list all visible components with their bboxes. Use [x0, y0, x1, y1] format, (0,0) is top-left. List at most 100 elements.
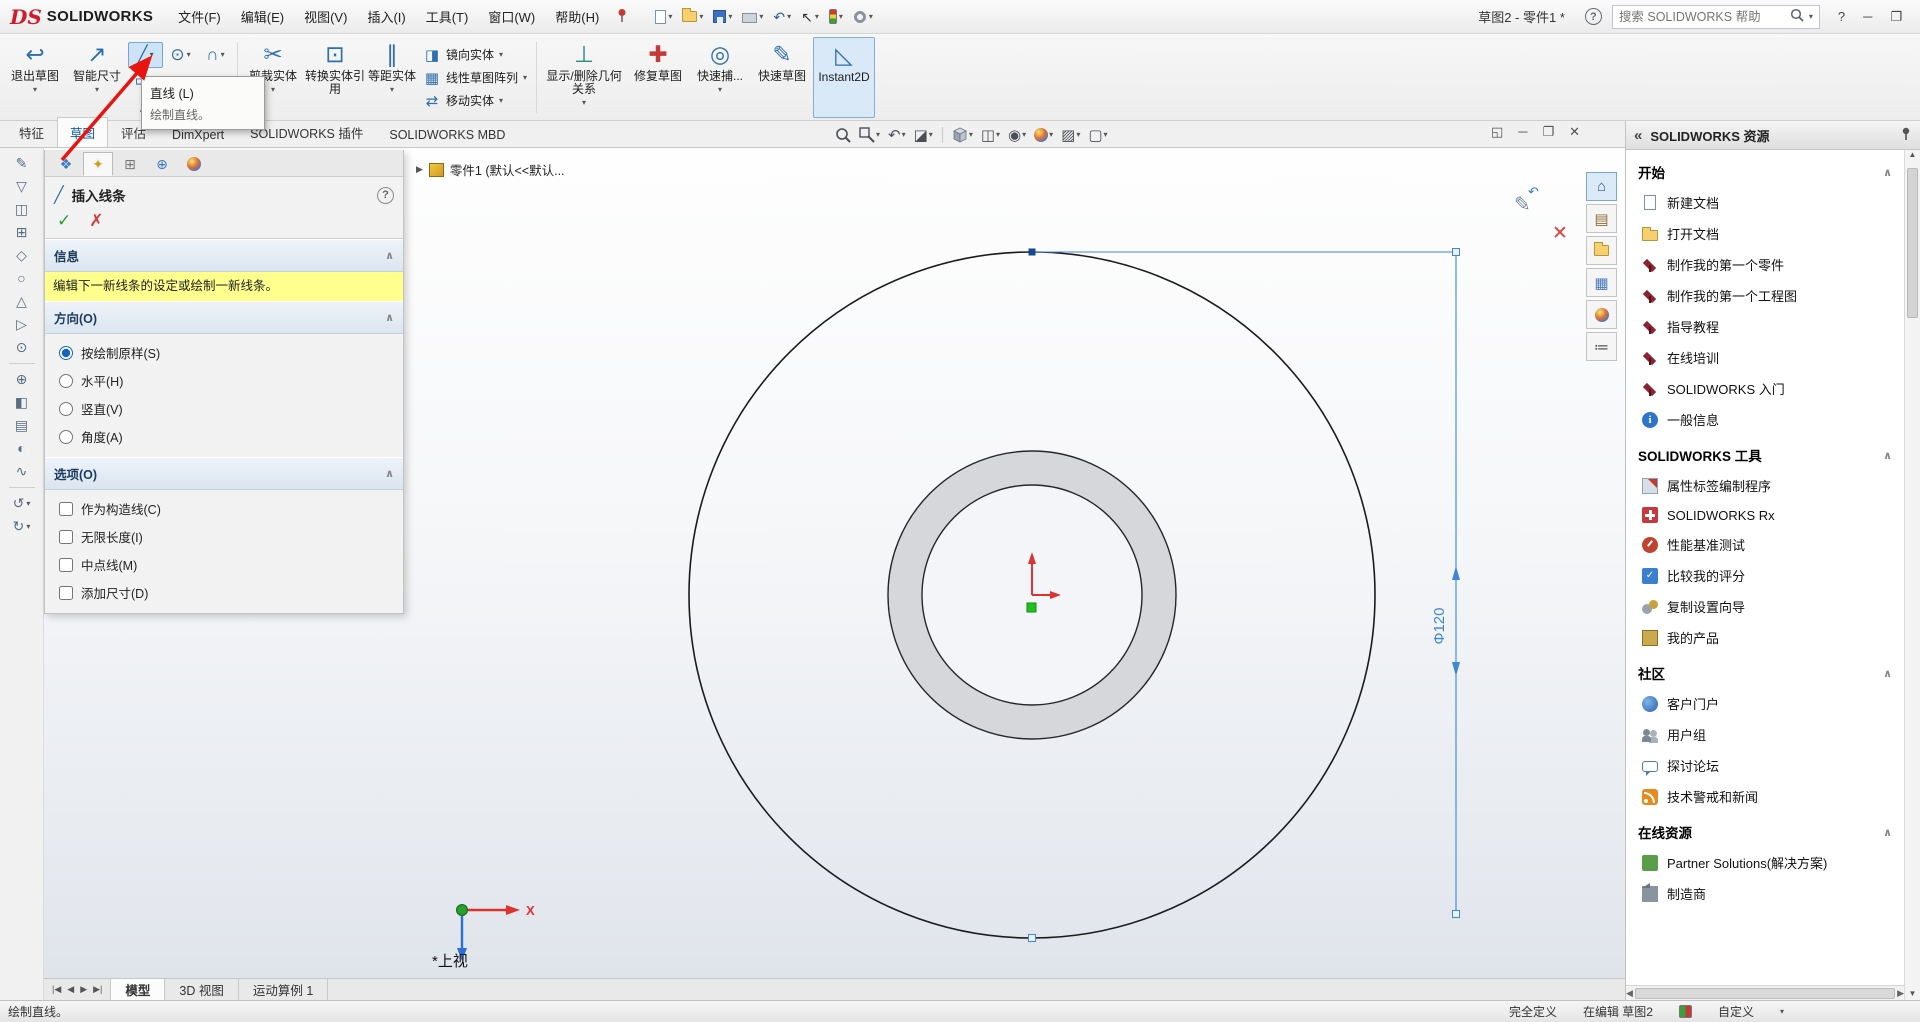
- link-new-document[interactable]: 新建文档: [1626, 187, 1904, 218]
- message-section-header[interactable]: 信息 ∧: [45, 239, 403, 272]
- diameter-dimension-label[interactable]: Φ120: [1431, 608, 1448, 645]
- link-performance-benchmark[interactable]: 性能基准测试: [1626, 529, 1904, 560]
- restore-button[interactable]: ❐: [1882, 7, 1910, 27]
- close-pane-icon[interactable]: ✕: [1569, 124, 1580, 140]
- sketch-handle[interactable]: [1453, 249, 1460, 256]
- help-button[interactable]: ?: [1830, 7, 1853, 26]
- pin-icon[interactable]: [1900, 127, 1912, 144]
- option-infinite-length[interactable]: 无限长度(I): [59, 527, 389, 546]
- undo-button[interactable]: ↶▾: [770, 8, 794, 26]
- print-button[interactable]: ▾: [739, 8, 766, 25]
- first-tab-icon[interactable]: |◀: [52, 984, 61, 995]
- sketch-point-marker[interactable]: [1027, 603, 1036, 612]
- menu-file[interactable]: 文件(F): [169, 2, 230, 31]
- filter-coordinate-icon[interactable]: ◧: [15, 395, 28, 410]
- checkbox-midpoint-line[interactable]: [59, 558, 73, 572]
- filter-vertices-icon[interactable]: ▽: [16, 179, 27, 194]
- tab-scroll-controls[interactable]: |◀ ◀ ▶ ▶|: [44, 979, 111, 1000]
- displaymanager-tab[interactable]: [179, 152, 209, 176]
- link-user-groups[interactable]: 用户组: [1626, 719, 1904, 750]
- sketch-filter-icon[interactable]: ✎: [16, 156, 28, 171]
- options-section-header[interactable]: 选项(O) ∧: [45, 457, 403, 490]
- radio-angle[interactable]: [59, 430, 73, 444]
- menu-insert[interactable]: 插入(I): [358, 2, 414, 31]
- checkbox-infinite-length[interactable]: [59, 530, 73, 544]
- appearances-tab[interactable]: [1586, 300, 1617, 329]
- checkbox-construction-line[interactable]: [59, 502, 73, 516]
- section-view-button[interactable]: ◪▾: [912, 125, 935, 145]
- checkbox-add-dimensions[interactable]: [59, 586, 73, 600]
- section-start-header[interactable]: 开始∧: [1626, 152, 1904, 187]
- filter-origin-icon[interactable]: ⊕: [16, 372, 28, 387]
- tab-features[interactable]: 特征: [6, 117, 57, 147]
- display-delete-relations-button[interactable]: ⊥ 显示/删除几何关系 ▾: [541, 37, 627, 118]
- offset-entities-button[interactable]: ∥ 等距实体 ▾: [366, 37, 418, 118]
- tab-motion-study[interactable]: 运动算例 1: [239, 979, 328, 1000]
- expand-pane-icon[interactable]: ◱: [1491, 124, 1503, 140]
- propertymanager-tab[interactable]: ✦: [83, 152, 113, 176]
- search-icon[interactable]: [1790, 8, 1804, 25]
- scrollbar-thumb[interactable]: [1907, 168, 1918, 318]
- orientation-as-sketched[interactable]: 按绘制原样(S): [59, 343, 389, 362]
- task-pane-vertical-scrollbar[interactable]: ▲ ▼: [1904, 150, 1920, 1000]
- chevron-down-icon[interactable]: ▾: [1780, 1008, 1784, 1016]
- scroll-left-icon[interactable]: ◀: [1626, 988, 1633, 999]
- filter-plane-icon[interactable]: ▷: [16, 317, 27, 332]
- rebuild-button[interactable]: ▾: [826, 7, 846, 26]
- option-midpoint-line[interactable]: 中点线(M): [59, 555, 389, 574]
- link-online-training[interactable]: 在线培训: [1626, 342, 1904, 373]
- last-tab-icon[interactable]: ▶|: [93, 984, 102, 995]
- minimize-button[interactable]: ─: [1855, 7, 1880, 26]
- save-button[interactable]: ▾: [710, 8, 735, 25]
- edit-appearance-button[interactable]: ▾: [1032, 127, 1055, 143]
- convert-entities-button[interactable]: ⊡ 转换实体引用: [304, 37, 366, 118]
- radio-horizontal[interactable]: [59, 374, 73, 388]
- filter-spline-icon[interactable]: ∿: [16, 464, 28, 479]
- tab-sketch[interactable]: 草图: [57, 117, 108, 147]
- collapse-pane-icon[interactable]: «: [1634, 127, 1642, 144]
- tab-model[interactable]: 模型: [111, 979, 165, 1000]
- custom-properties-tab[interactable]: ≔: [1586, 332, 1617, 361]
- section-community-header[interactable]: 社区∧: [1626, 653, 1904, 688]
- new-document-button[interactable]: ▾: [652, 8, 675, 26]
- filter-faces-icon[interactable]: ⊞: [16, 225, 28, 240]
- menu-tools[interactable]: 工具(T): [417, 2, 478, 31]
- link-my-products[interactable]: 我的产品: [1626, 622, 1904, 653]
- cancel-sketch-icon[interactable]: ✕: [1552, 222, 1568, 245]
- link-copy-settings-wizard[interactable]: 复制设置向导: [1626, 591, 1904, 622]
- dimxpertmanager-tab[interactable]: ⊕: [147, 152, 177, 176]
- resources-tab[interactable]: ⌂: [1586, 172, 1617, 201]
- sketch-handle[interactable]: [1029, 935, 1036, 942]
- exit-sketch-confirm-icon[interactable]: ✎↶: [1514, 192, 1531, 217]
- exit-sketch-button[interactable]: ↩ 退出草图 ▾: [4, 37, 66, 118]
- apply-scene-button[interactable]: ▨▾: [1059, 125, 1082, 145]
- link-first-part[interactable]: 制作我的第一个零件: [1626, 249, 1904, 280]
- link-introducing-solidworks[interactable]: SOLIDWORKS 入门: [1626, 373, 1904, 404]
- help-icon[interactable]: ?: [377, 187, 394, 204]
- status-custom[interactable]: 自定义: [1718, 1003, 1754, 1020]
- help-circle-icon[interactable]: ?: [1585, 8, 1602, 25]
- link-first-drawing[interactable]: 制作我的第一个工程图: [1626, 280, 1904, 311]
- minimize-pane-icon[interactable]: ─: [1518, 124, 1527, 140]
- tree-root-label[interactable]: 零件1 (默认<<默认...: [450, 160, 565, 179]
- zoom-fit-button[interactable]: [833, 126, 853, 144]
- sketch-handle[interactable]: [1029, 249, 1036, 256]
- filter-axis-icon[interactable]: △: [16, 294, 27, 309]
- file-explorer-tab[interactable]: [1586, 236, 1617, 265]
- view-palette-tab[interactable]: ▦: [1586, 268, 1617, 297]
- scroll-right-icon[interactable]: ▶: [1897, 988, 1904, 999]
- smart-dimension-button[interactable]: ↗ 智能尺寸 ▾: [66, 37, 128, 118]
- repair-sketch-button[interactable]: ✚ 修复草图: [627, 37, 689, 118]
- tab-solidworks-mbd[interactable]: SOLIDWORKS MBD: [376, 122, 518, 147]
- arc-tool-button[interactable]: ∩▾: [198, 42, 233, 68]
- tree-expand-arrow-icon[interactable]: ▶: [416, 164, 423, 175]
- design-library-tab[interactable]: ▤: [1586, 204, 1617, 233]
- menu-window[interactable]: 窗口(W): [479, 2, 544, 31]
- view-settings-button[interactable]: ▢▾: [1086, 125, 1109, 145]
- link-compare-my-score[interactable]: ✓比较我的评分: [1626, 560, 1904, 591]
- link-customer-portal[interactable]: 客户门户: [1626, 688, 1904, 719]
- orientation-section-header[interactable]: 方向(O) ∧: [45, 301, 403, 334]
- quick-snaps-button[interactable]: ◎ 快速捕... ▾: [689, 37, 751, 118]
- search-input[interactable]: [1619, 10, 1785, 24]
- scroll-up-icon[interactable]: ▲: [1909, 150, 1917, 159]
